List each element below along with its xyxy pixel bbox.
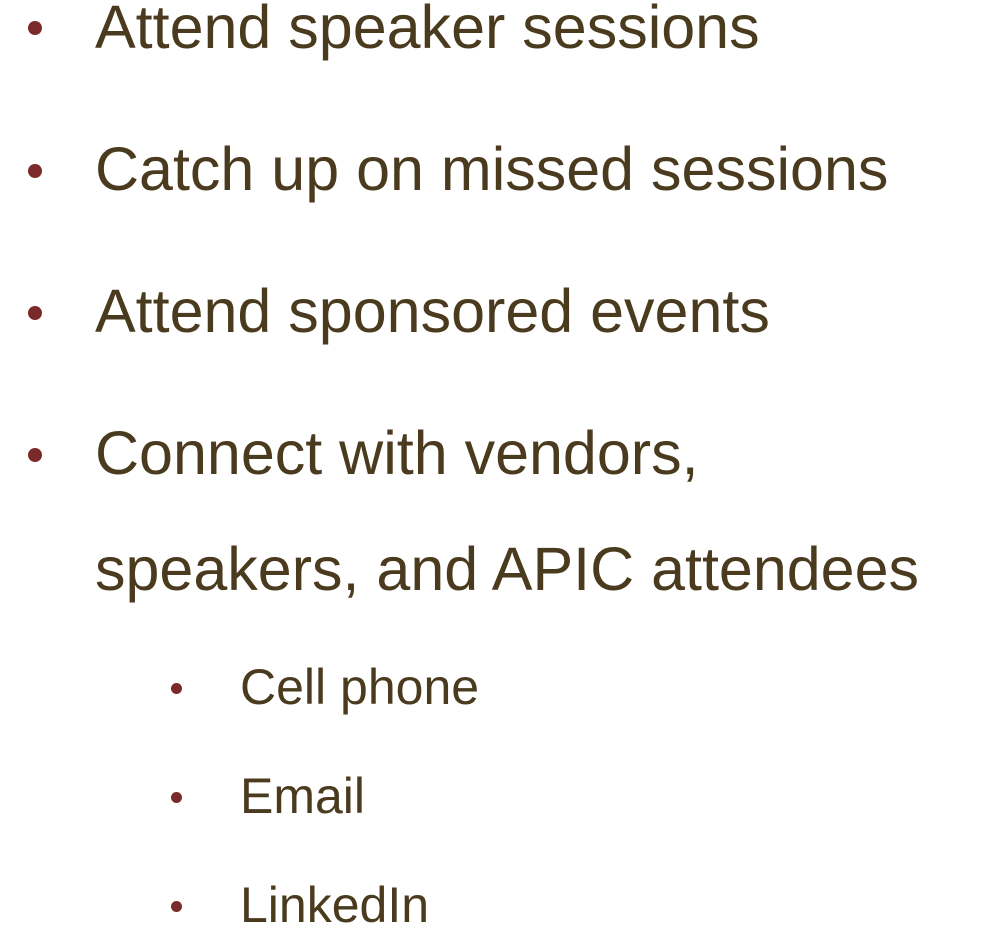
bullet-dot-icon — [28, 448, 42, 462]
bullet-text: Attend speaker sessions — [95, 0, 760, 61]
bullet-text: Attend sponsored events — [95, 277, 770, 345]
sub-bullet-text: Email — [240, 768, 366, 824]
sub-bullet-text: LinkedIn — [240, 877, 430, 931]
bullet-dot-icon — [28, 164, 42, 178]
bullet-text: speakers, and APIC attendees — [95, 535, 920, 603]
bullet-dot-icon — [171, 901, 182, 912]
bullet-dot-icon — [28, 21, 42, 35]
sub-bullet-text: Cell phone — [240, 659, 480, 715]
bullet-dot-icon — [28, 306, 42, 320]
bullet-dot-icon — [171, 792, 182, 803]
bullet-text: Connect with vendors, — [95, 419, 699, 487]
slide: Attend speaker sessions Catch up on miss… — [0, 0, 983, 931]
bullet-text: Catch up on missed sessions — [95, 135, 889, 203]
bullet-dot-icon — [171, 683, 182, 694]
